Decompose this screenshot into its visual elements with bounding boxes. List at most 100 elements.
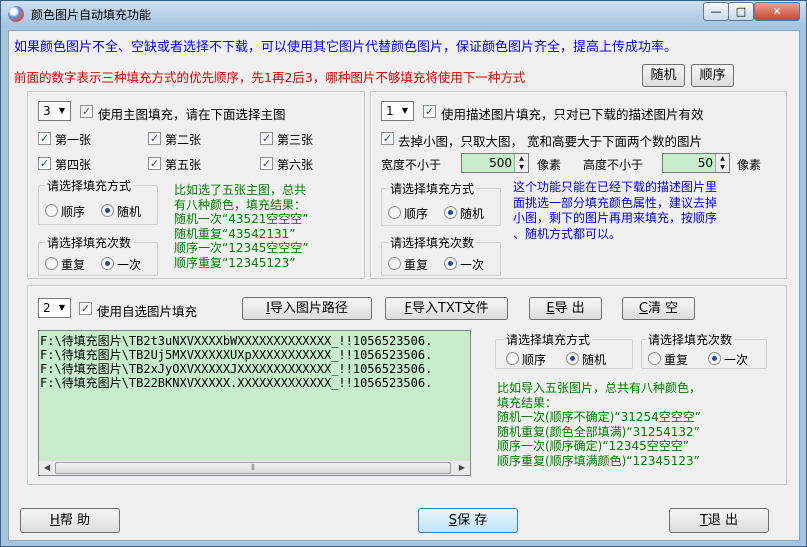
random-button[interactable]: 随机: [642, 64, 685, 87]
desc-fill-mode-title: 请选择填充方式: [388, 180, 477, 197]
order-button[interactable]: 顺序: [691, 64, 734, 87]
main-image-1-label: 第一张: [55, 133, 92, 147]
scroll-left-icon[interactable]: ◀: [40, 462, 54, 474]
main-count-repeat-radio[interactable]: [45, 257, 58, 270]
main-priority-value: 3: [43, 104, 51, 118]
exit-button[interactable]: T退 出: [669, 508, 769, 533]
main-count-once-radio[interactable]: [101, 257, 114, 270]
save-button[interactable]: S保 存: [418, 508, 518, 533]
main-mode-order-radio[interactable]: [45, 204, 58, 217]
maximize-button[interactable]: □: [728, 2, 754, 21]
desc-fill-mode-group: 请选择填充方式 顺序 随机: [381, 180, 501, 226]
custom-count-repeat-label: 重复: [664, 353, 689, 367]
main-fill-count-title: 请选择填充次数: [45, 234, 134, 251]
width-value: 500: [489, 156, 512, 170]
list-item[interactable]: F:\待填充图片\TB22BKNXVXXXXX.XXXXXXXXXXXXX_!!…: [40, 376, 432, 390]
app-window: 颜色图片自动填充功能 — □ ✕ 如果颜色图片不全、空缺或者选择不下载，可以使用…: [0, 0, 807, 547]
custom-priority-value: 2: [43, 301, 51, 315]
use-custom-image-label: 使用自选图片填充: [97, 304, 198, 319]
desc-count-repeat-radio[interactable]: [388, 257, 401, 270]
use-desc-image-checkbox[interactable]: ✓: [423, 105, 436, 118]
remove-small-label: 去掉小图，只取大图， 宽和高要大于下面两个数的图片: [398, 134, 702, 149]
main-image-3-label: 第三张: [277, 133, 314, 147]
chevron-down-icon: ▼: [58, 303, 66, 312]
list-item[interactable]: F:\待填充图片\TB2Uj5MXVXXXXXUXpXXXXXXXXXXX_!!…: [40, 348, 432, 362]
desc-mode-order-radio[interactable]: [388, 206, 401, 219]
export-button[interactable]: E导 出: [529, 297, 602, 320]
priority-text: 前面的数字表示三种填充方式的优先顺序，先1再2后3，哪种图片不够填充将使用下一种…: [14, 70, 526, 85]
spin-up-icon[interactable]: ▲: [715, 154, 729, 163]
height-label: 高度不小于: [583, 158, 644, 172]
main-image-5-checkbox[interactable]: ✓: [148, 157, 161, 170]
desc-mode-random-label: 随机: [460, 207, 485, 221]
desc-image-panel: 1 ▼ ✓ 使用描述图片填充，只对已下载的描述图片有效 ✓ 去掉小图，只取大图，…: [370, 91, 787, 279]
spin-down-icon[interactable]: ▼: [715, 163, 729, 172]
main-count-repeat-label: 重复: [61, 258, 86, 272]
main-fill-mode-title: 请选择填充方式: [45, 177, 134, 194]
desc-count-repeat-label: 重复: [404, 258, 429, 272]
main-priority-select[interactable]: 3 ▼: [38, 101, 71, 121]
desc-fill-count-group: 请选择填充次数 重复 一次: [381, 234, 501, 276]
main-count-once-label: 一次: [117, 258, 142, 272]
import-txt-button[interactable]: F导入TXT文件: [385, 297, 508, 320]
main-mode-order-label: 顺序: [61, 205, 86, 219]
main-image-1-checkbox[interactable]: ✓: [38, 132, 51, 145]
chevron-down-icon: ▼: [401, 106, 409, 115]
horizontal-scrollbar[interactable]: ◀ ⦀ ▶: [39, 460, 470, 475]
custom-fill-count-group: 请选择填充次数 重复 一次: [641, 331, 767, 369]
custom-fill-count-title: 请选择填充次数: [646, 331, 735, 348]
custom-fill-mode-group: 请选择填充方式 顺序 随机: [495, 331, 633, 369]
main-image-panel: 3 ▼ ✓ 使用主图填充，请在下面选择主图 ✓ 第一张 ✓ 第二张 ✓ 第三张 …: [27, 91, 365, 279]
help-button[interactable]: H帮 助: [20, 508, 120, 533]
use-main-image-checkbox[interactable]: ✓: [80, 105, 93, 118]
desc-mode-random-radio[interactable]: [444, 206, 457, 219]
main-image-6-label: 第六张: [277, 158, 314, 172]
use-desc-image-label: 使用描述图片填充，只对已下载的描述图片有效: [441, 107, 704, 122]
desc-note-text: 这个功能只能在已经下载的描述图片里 面挑选一部分填充颜色属性，建议去掉 小图，剩…: [513, 180, 718, 241]
desc-count-once-label: 一次: [460, 258, 485, 272]
custom-count-repeat-radio[interactable]: [648, 352, 661, 365]
scroll-thumb[interactable]: ⦀: [55, 462, 451, 474]
custom-mode-order-label: 顺序: [522, 353, 547, 367]
custom-priority-select[interactable]: 2 ▼: [38, 298, 71, 318]
custom-example-text: 比如导入五张图片，总共有八种颜色， 填充结果： 随机一次(顺序不确定)“3125…: [497, 381, 702, 468]
image-path-list[interactable]: F:\待填充图片\TB2t3uNXVXXXXbWXXXXXXXXXXXXX_!!…: [38, 330, 471, 476]
width-spinner[interactable]: 500 ▲ ▼: [461, 153, 529, 173]
height-spinner[interactable]: 50 ▲ ▼: [662, 153, 730, 173]
main-fill-mode-group: 请选择填充方式 顺序 随机: [38, 177, 158, 225]
title-bar[interactable]: 颜色图片自动填充功能 — □ ✕: [1, 1, 806, 27]
chevron-down-icon: ▼: [58, 106, 66, 115]
import-path-button[interactable]: I导入图片路径: [242, 297, 372, 320]
desc-priority-select[interactable]: 1 ▼: [381, 101, 414, 121]
custom-count-once-radio[interactable]: [708, 352, 721, 365]
custom-fill-mode-title: 请选择填充方式: [504, 331, 593, 348]
height-value: 50: [697, 156, 713, 170]
app-icon: [8, 6, 24, 22]
minimize-button[interactable]: —: [703, 2, 729, 21]
clear-button[interactable]: C清 空: [622, 297, 695, 320]
main-image-2-checkbox[interactable]: ✓: [148, 132, 161, 145]
desc-mode-order-label: 顺序: [404, 207, 429, 221]
main-example-text: 比如选了五张主图，总共 有八种颜色，填充结果： 随机一次“43521空空空” 随…: [174, 183, 309, 270]
scroll-right-icon[interactable]: ▶: [455, 462, 469, 474]
spin-down-icon[interactable]: ▼: [514, 163, 528, 172]
desc-count-once-radio[interactable]: [444, 257, 457, 270]
client-area: 如果颜色图片不全、空缺或者选择不下载，可以使用其它图片代替颜色图片，保证颜色图片…: [8, 30, 800, 541]
remove-small-checkbox[interactable]: ✓: [381, 132, 394, 145]
main-image-5-label: 第五张: [165, 158, 202, 172]
width-label: 宽度不小于: [381, 158, 442, 172]
main-mode-random-radio[interactable]: [101, 204, 114, 217]
main-image-3-checkbox[interactable]: ✓: [260, 132, 273, 145]
main-image-4-label: 第四张: [55, 158, 92, 172]
main-image-6-checkbox[interactable]: ✓: [260, 157, 273, 170]
custom-mode-order-radio[interactable]: [506, 352, 519, 365]
spin-up-icon[interactable]: ▲: [514, 154, 528, 163]
use-custom-image-checkbox[interactable]: ✓: [79, 302, 92, 315]
desc-fill-count-title: 请选择填充次数: [388, 234, 477, 251]
list-item[interactable]: F:\待填充图片\TB2t3uNXVXXXXbWXXXXXXXXXXXXX_!!…: [40, 334, 432, 348]
close-button[interactable]: ✕: [754, 2, 800, 21]
height-unit: 像素: [737, 158, 762, 172]
main-image-4-checkbox[interactable]: ✓: [38, 157, 51, 170]
custom-mode-random-radio[interactable]: [566, 352, 579, 365]
list-item[interactable]: F:\待填充图片\TB2xJyOXVXXXXXJXXXXXXXXXXXXX_!!…: [40, 362, 432, 376]
